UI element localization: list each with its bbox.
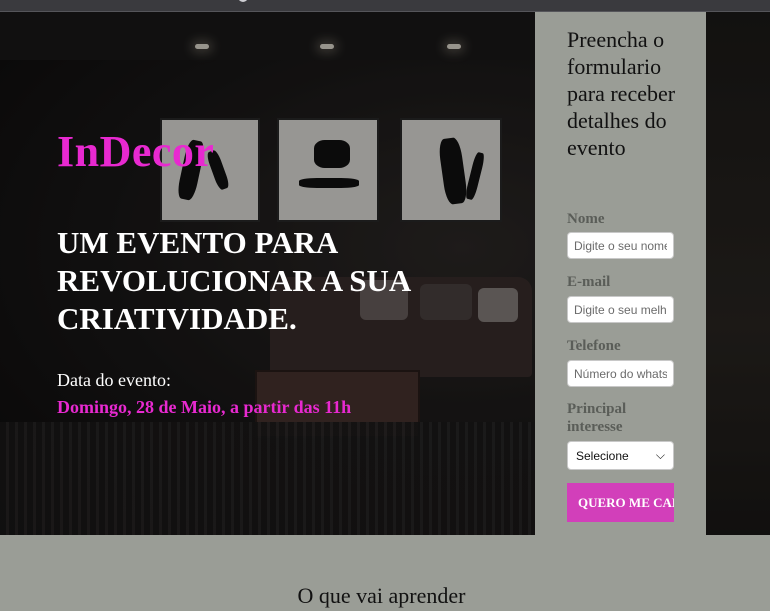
signup-form-panel: Preencha o formulario para receber detal… bbox=[535, 12, 706, 535]
phone-label: Telefone bbox=[567, 338, 621, 354]
interest-label: Principal interesse bbox=[567, 401, 627, 435]
interest-select[interactable]: Selecione ⌵ bbox=[567, 441, 674, 470]
submit-button[interactable]: QUERO ME CADASTRAR bbox=[567, 483, 674, 522]
email-input[interactable] bbox=[567, 296, 674, 323]
event-date-value: Domingo, 28 de Maio, a partir das 11h bbox=[57, 397, 352, 417]
phone-input[interactable] bbox=[567, 360, 674, 387]
event-date-label: Data do evento: bbox=[57, 370, 171, 390]
partial-glyph bbox=[238, 0, 248, 2]
email-label: E-mail bbox=[567, 274, 611, 290]
brand-logo-text: InDecor bbox=[57, 127, 215, 176]
name-input[interactable] bbox=[567, 232, 674, 259]
chevron-down-icon: ⌵ bbox=[655, 448, 665, 462]
hero-headline: UM EVENTO PARA REVOLUCIONAR A SUA CRIATI… bbox=[57, 225, 410, 336]
form-title: Preencha o formulario para receber detal… bbox=[567, 27, 676, 160]
section-title: O que vai aprender bbox=[297, 583, 466, 608]
browser-top-bar bbox=[0, 0, 770, 12]
name-label: Nome bbox=[567, 211, 605, 227]
interest-select-value: Selecione bbox=[576, 448, 629, 463]
